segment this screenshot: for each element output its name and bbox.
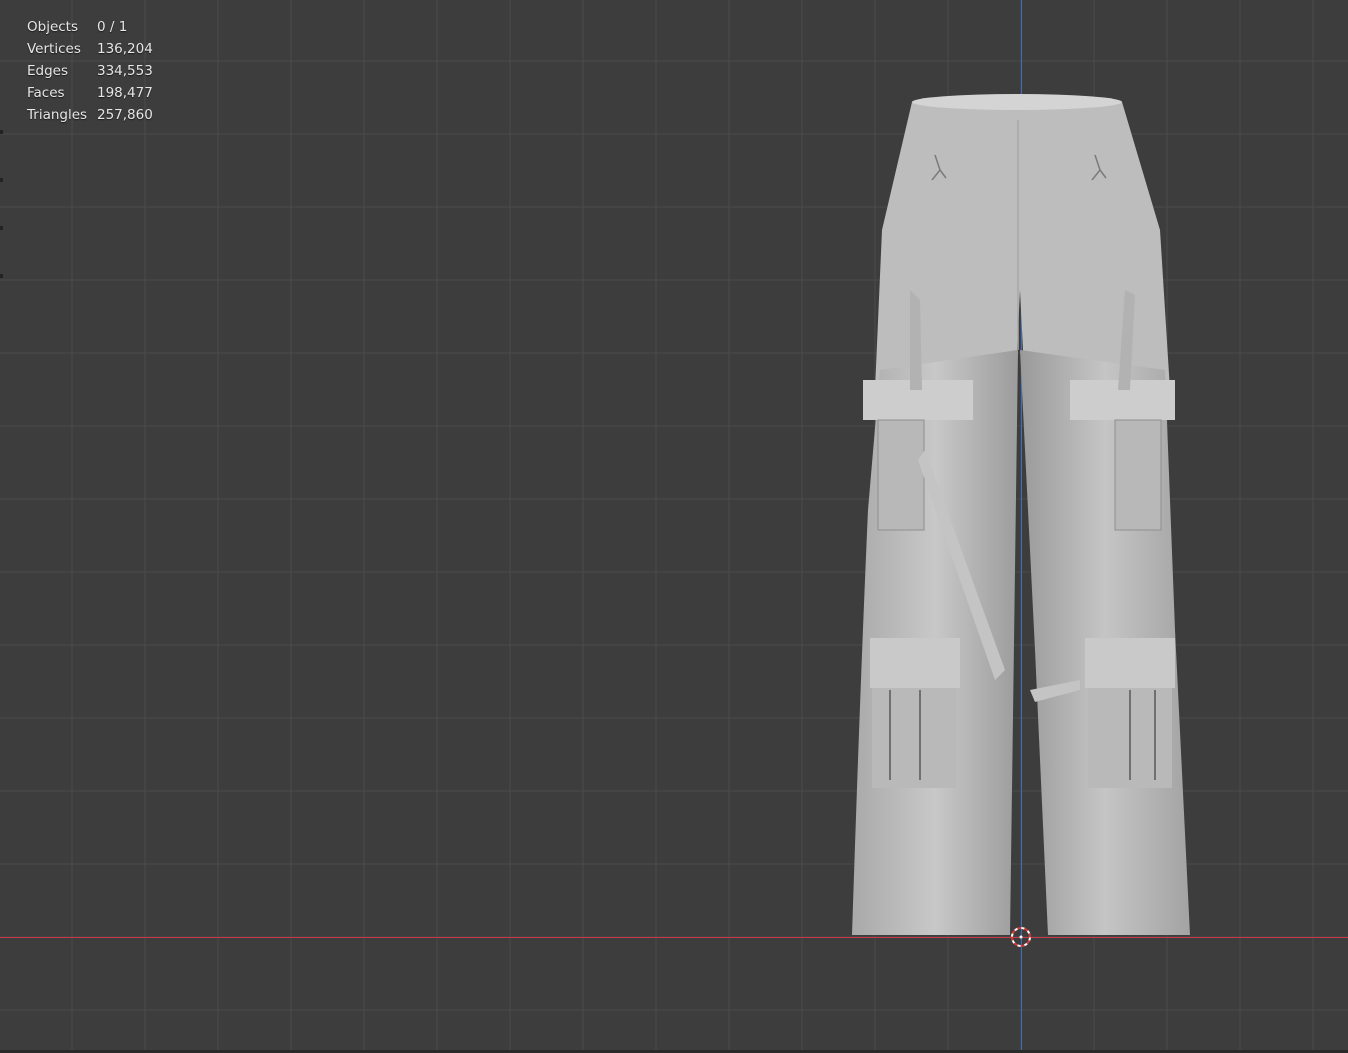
stat-value: 334,553 — [97, 63, 153, 79]
3d-viewport[interactable]: Objects 0 / 1 Vertices 136,204 Edges 334… — [0, 0, 1348, 1053]
stat-row-faces: Faces 198,477 — [27, 82, 153, 104]
stat-label: Vertices — [27, 41, 81, 57]
stat-label: Edges — [27, 63, 69, 79]
statistics-overlay: Objects 0 / 1 Vertices 136,204 Edges 334… — [27, 16, 153, 126]
stat-label: Objects — [27, 19, 79, 35]
stat-row-objects: Objects 0 / 1 — [27, 16, 153, 38]
stat-value: 257,860 — [97, 107, 153, 123]
stat-value: 0 / 1 — [97, 19, 128, 35]
cargo-pants-mesh[interactable] — [830, 90, 1200, 940]
stat-row-edges: Edges 334,553 — [27, 60, 153, 82]
stat-value: 198,477 — [97, 85, 153, 101]
stat-row-vertices: Vertices 136,204 — [27, 38, 153, 60]
stat-label: Triangles — [27, 107, 88, 123]
stat-row-triangles: Triangles 257,860 — [27, 104, 153, 126]
stat-value: 136,204 — [97, 41, 153, 57]
stat-label: Faces — [27, 85, 65, 101]
3d-cursor-icon[interactable] — [1010, 926, 1032, 948]
toolbar-edge[interactable] — [0, 130, 3, 340]
